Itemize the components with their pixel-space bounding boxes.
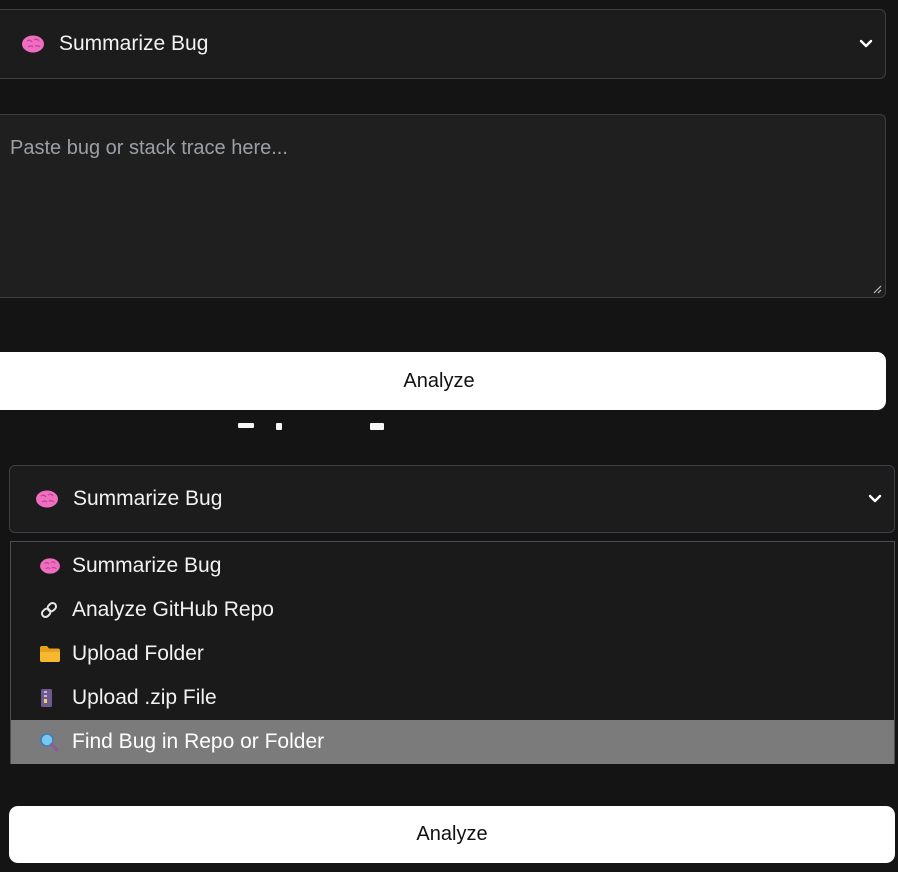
mode-dropdown-list: Summarize Bug Analyze GitHub Repo Upload… bbox=[10, 541, 895, 764]
magnifier-icon bbox=[39, 732, 61, 752]
option-upload-zip-file[interactable]: Upload .zip File bbox=[11, 676, 894, 720]
option-label: Summarize Bug bbox=[72, 554, 222, 577]
option-upload-folder[interactable]: Upload Folder bbox=[11, 632, 894, 676]
mode-select-value: Summarize Bug bbox=[59, 32, 209, 55]
option-analyze-github-repo[interactable]: Analyze GitHub Repo bbox=[11, 588, 894, 632]
bug-input[interactable]: Paste bug or stack trace here... bbox=[0, 114, 886, 298]
chevron-down-icon bbox=[868, 494, 882, 504]
folder-icon bbox=[39, 645, 61, 663]
mode-select[interactable]: Summarize Bug bbox=[0, 9, 886, 79]
hidden-heading-fragment bbox=[0, 410, 898, 430]
analyze-button[interactable]: Analyze bbox=[0, 352, 886, 410]
mode-select-value: Summarize Bug bbox=[73, 487, 223, 510]
chevron-down-icon bbox=[859, 39, 873, 49]
mode-select-open[interactable]: Summarize Bug bbox=[9, 465, 895, 533]
option-find-bug-in-repo-or-folder[interactable]: Find Bug in Repo or Folder bbox=[11, 720, 894, 764]
analyze-button[interactable]: Analyze bbox=[9, 806, 895, 863]
brain-icon bbox=[39, 557, 61, 575]
zip-file-icon bbox=[39, 688, 61, 708]
link-icon bbox=[39, 600, 61, 620]
brain-icon bbox=[35, 489, 59, 509]
option-label: Upload Folder bbox=[72, 642, 204, 665]
resize-handle-icon[interactable] bbox=[872, 284, 882, 294]
brain-icon bbox=[21, 34, 45, 54]
option-label: Find Bug in Repo or Folder bbox=[72, 730, 325, 753]
page: Summarize Bug Paste bug or stack trace h… bbox=[0, 0, 898, 872]
option-summarize-bug[interactable]: Summarize Bug bbox=[11, 544, 894, 588]
option-label: Analyze GitHub Repo bbox=[72, 598, 274, 621]
option-label: Upload .zip File bbox=[72, 686, 217, 709]
bug-input-placeholder: Paste bug or stack trace here... bbox=[10, 137, 288, 159]
